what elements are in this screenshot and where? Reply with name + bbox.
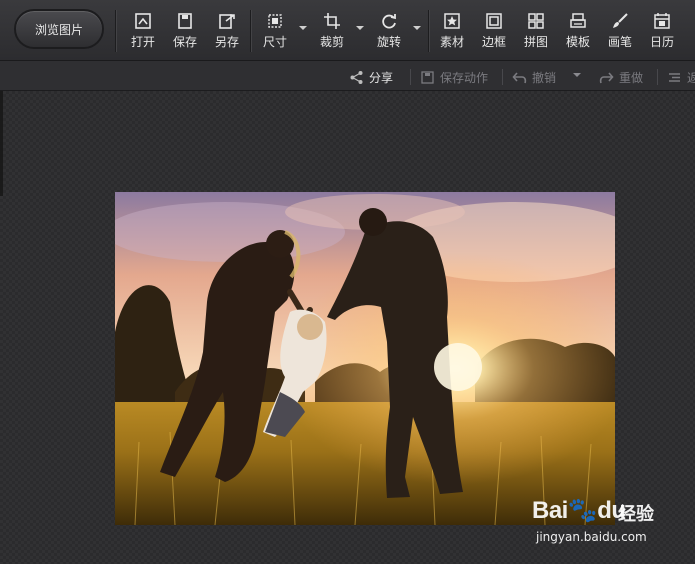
paw-icon: 🐾 bbox=[567, 497, 598, 524]
toolbar-divider bbox=[250, 10, 251, 52]
redo-icon bbox=[599, 71, 614, 83]
save-button[interactable]: 保存 bbox=[173, 12, 197, 52]
back-label: 返 bbox=[687, 70, 695, 85]
resize-button[interactable]: 尺寸 bbox=[263, 12, 287, 52]
collage-icon bbox=[527, 12, 545, 30]
material-label: 素材 bbox=[440, 35, 465, 49]
watermark-url: jingyan.baidu.com bbox=[536, 530, 647, 544]
left-edge-strip bbox=[0, 91, 3, 196]
border-label: 边框 bbox=[482, 35, 507, 49]
save-icon bbox=[176, 12, 194, 30]
save-as-button[interactable]: 另存 bbox=[215, 12, 239, 52]
border-button[interactable]: 边框 bbox=[482, 12, 506, 52]
save-as-label: 另存 bbox=[215, 35, 240, 49]
save-action-button[interactable]: 保存动作 bbox=[420, 68, 488, 86]
browse-images-button[interactable]: 浏览图片 bbox=[14, 9, 104, 49]
open-label: 打开 bbox=[131, 35, 156, 49]
template-button[interactable]: 模板 bbox=[566, 12, 590, 52]
toolbar-divider bbox=[115, 10, 116, 52]
save-as-icon bbox=[218, 12, 236, 30]
undo-button[interactable]: 撤销 bbox=[512, 68, 556, 86]
save-label: 保存 bbox=[173, 35, 198, 49]
secondary-toolbar: 分享 保存动作 撤销 重做 返 bbox=[0, 61, 695, 91]
open-button[interactable]: 打开 bbox=[131, 12, 155, 52]
save-action-label: 保存动作 bbox=[440, 70, 489, 85]
brush-label: 画笔 bbox=[608, 35, 633, 49]
crop-icon bbox=[323, 12, 341, 30]
redo-button[interactable]: 重做 bbox=[599, 68, 643, 86]
back-button[interactable]: 返 bbox=[667, 68, 695, 86]
share-label: 分享 bbox=[369, 70, 394, 85]
collage-button[interactable]: 拼图 bbox=[524, 12, 548, 52]
brush-button[interactable]: 画笔 bbox=[608, 12, 632, 52]
material-icon bbox=[443, 12, 461, 30]
share-icon bbox=[350, 70, 363, 84]
brush-icon bbox=[611, 12, 629, 30]
baidu-logo: Bai🐾du bbox=[532, 496, 626, 525]
undo-label: 撤销 bbox=[532, 70, 557, 85]
resize-label: 尺寸 bbox=[263, 35, 288, 49]
template-icon bbox=[569, 12, 587, 30]
rotate-dropdown-caret[interactable] bbox=[413, 26, 421, 30]
collage-label: 拼图 bbox=[524, 35, 549, 49]
subbar-divider bbox=[657, 69, 658, 85]
subbar-divider bbox=[410, 69, 411, 85]
rotate-button[interactable]: 旋转 bbox=[377, 12, 401, 52]
undo-icon bbox=[512, 71, 527, 83]
calendar-icon bbox=[653, 12, 671, 30]
subbar-divider bbox=[502, 69, 503, 85]
rotate-icon bbox=[380, 12, 398, 30]
open-icon bbox=[134, 12, 152, 30]
crop-button[interactable]: 裁剪 bbox=[320, 12, 344, 52]
main-toolbar: 浏览图片 打开 保存 另存 尺寸 裁剪 旋转 素材 边框 拼图 模板 画笔 日历 bbox=[0, 0, 695, 61]
edited-photo[interactable] bbox=[115, 192, 615, 525]
crop-label: 裁剪 bbox=[320, 35, 345, 49]
save-action-icon bbox=[421, 70, 434, 84]
rotate-label: 旋转 bbox=[377, 35, 402, 49]
toolbar-divider bbox=[428, 10, 429, 52]
border-icon bbox=[485, 12, 503, 30]
material-button[interactable]: 素材 bbox=[440, 12, 464, 52]
undo-dropdown-caret[interactable] bbox=[573, 73, 581, 77]
resize-dropdown-caret[interactable] bbox=[299, 26, 307, 30]
crop-dropdown-caret[interactable] bbox=[356, 26, 364, 30]
baidu-logo-head: Bai bbox=[532, 497, 568, 524]
back-icon bbox=[669, 72, 680, 82]
jingyan-label: 经验 bbox=[618, 504, 654, 525]
calendar-label: 日历 bbox=[650, 35, 675, 49]
template-label: 模板 bbox=[566, 35, 591, 49]
baidu-jingyan-watermark: Bai🐾du 经验 jingyan.baidu.com bbox=[532, 488, 672, 548]
resize-icon bbox=[266, 12, 284, 30]
calendar-button[interactable]: 日历 bbox=[650, 12, 674, 52]
share-button[interactable]: 分享 bbox=[349, 68, 393, 86]
redo-label: 重做 bbox=[619, 70, 644, 85]
